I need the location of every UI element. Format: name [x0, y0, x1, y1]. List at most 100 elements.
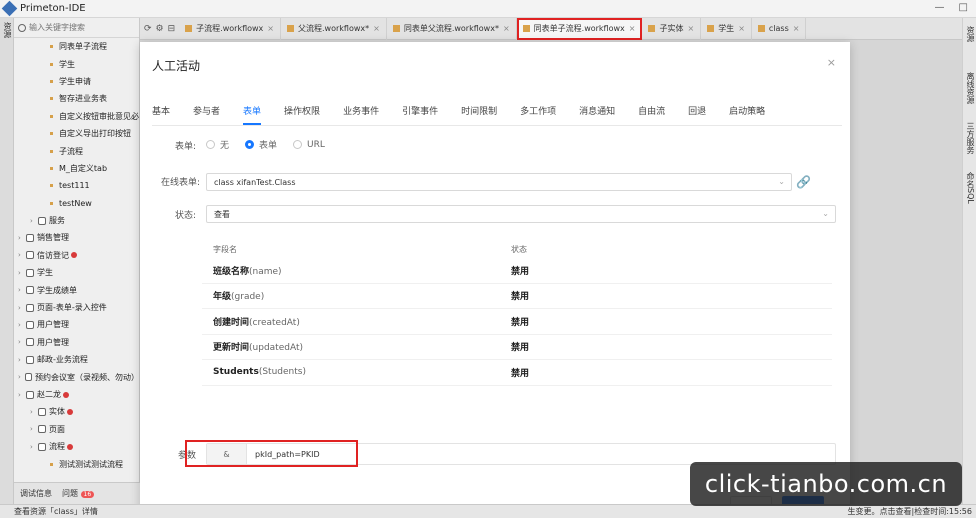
dialog-tab[interactable]: 引擎事件	[402, 104, 438, 125]
dialog-tab[interactable]: 表单	[243, 104, 262, 125]
chevron-right-icon[interactable]: ›	[18, 251, 26, 259]
refresh-icon[interactable]: ⟳	[144, 24, 152, 34]
form-type-radio[interactable]: URL	[293, 140, 325, 150]
tree-item[interactable]: testNew	[14, 195, 139, 212]
close-icon[interactable]: ×	[629, 24, 636, 33]
tree-item[interactable]: › 用户管理	[14, 334, 139, 351]
right-tab-offline-resources[interactable]: 离线资源	[965, 72, 976, 104]
tree-item[interactable]: 学生申请	[14, 73, 139, 90]
close-icon[interactable]: ×	[503, 24, 510, 33]
tree-item[interactable]: 测试测试测试流程	[14, 455, 139, 472]
chevron-right-icon[interactable]: ›	[18, 321, 26, 329]
chevron-right-icon[interactable]: ›	[18, 356, 26, 364]
tree-item[interactable]: 学生	[14, 55, 139, 72]
tree-item[interactable]: › 学生	[14, 264, 139, 281]
tree-item[interactable]: › 用户管理	[14, 316, 139, 333]
chevron-right-icon[interactable]: ›	[18, 338, 26, 346]
editor-tab[interactable]: class ×	[752, 17, 807, 40]
tree-item[interactable]: › 预约会议室（录视频、勿动）	[14, 368, 139, 385]
field-state-cell[interactable]: 禁用	[511, 366, 711, 379]
tab-problems[interactable]: 问题 16	[62, 488, 95, 499]
field-state-cell[interactable]: 禁用	[511, 315, 711, 328]
error-badge-icon	[63, 391, 69, 398]
tree-item[interactable]: 同表单子流程	[14, 38, 139, 55]
dialog-tab[interactable]: 时间限制	[461, 104, 497, 125]
editor-tab-label: 子流程.workflowx	[196, 24, 264, 33]
close-icon[interactable]: ×	[827, 56, 836, 69]
right-tab-third-party[interactable]: 三方服务	[965, 122, 976, 154]
chevron-right-icon[interactable]: ›	[30, 425, 38, 433]
online-form-select[interactable]: class xifanTest.Class ⌄	[206, 173, 792, 191]
maximize-icon[interactable]: □	[959, 2, 968, 13]
tree-item[interactable]: › 信访登记	[14, 247, 139, 264]
tree-item[interactable]: 子流程	[14, 142, 139, 159]
tree-item[interactable]: 自定义按钮审批意见必	[14, 108, 139, 125]
tree-search-input[interactable]	[29, 23, 119, 32]
form-type-radio[interactable]: 无	[206, 138, 229, 151]
radio-label: URL	[307, 139, 325, 150]
editor-tab[interactable]: 同表单子流程.workflowx ×	[516, 17, 643, 40]
dialog-tab[interactable]: 操作权限	[284, 104, 320, 125]
tree-item[interactable]: › 实体	[14, 403, 139, 420]
close-icon[interactable]: ×	[373, 24, 380, 33]
dialog-tab[interactable]: 启动策略	[729, 104, 765, 125]
tab-debug-info[interactable]: 调试信息	[20, 488, 52, 499]
editor-tab[interactable]: 子流程.workflowx ×	[179, 17, 281, 40]
dialog-tab[interactable]: 多工作项	[520, 104, 556, 125]
settings-icon[interactable]: ⚙	[156, 24, 164, 34]
tree-item[interactable]: › 销售管理	[14, 229, 139, 246]
tree-item[interactable]: › 学生成绩单	[14, 281, 139, 298]
field-state-cell[interactable]: 禁用	[511, 264, 711, 277]
problem-count-badge: 16	[80, 491, 95, 498]
collapse-icon[interactable]: ⊟	[168, 24, 176, 34]
tree-item[interactable]: › 邮政-业务流程	[14, 351, 139, 368]
close-icon[interactable]: ×	[738, 24, 745, 33]
tree-item[interactable]: › 流程	[14, 438, 139, 455]
right-tab-resources[interactable]: 资源	[965, 26, 976, 42]
chevron-right-icon[interactable]: ›	[18, 234, 26, 242]
tree-item[interactable]: M_自定义tab	[14, 160, 139, 177]
status-select[interactable]: 查看 ⌄	[206, 205, 836, 223]
field-state-cell[interactable]: 禁用	[511, 289, 711, 302]
field-code: (updatedAt)	[249, 343, 303, 354]
editor-tab[interactable]: 同表单父流程.workflowx* ×	[387, 17, 517, 40]
minimize-icon[interactable]: —	[935, 2, 945, 13]
editor-tab[interactable]: 学生 ×	[701, 17, 752, 40]
chevron-right-icon[interactable]: ›	[18, 269, 26, 277]
tree-item[interactable]: 自定义导出打印按钮	[14, 125, 139, 142]
dialog-tab[interactable]: 参与者	[193, 104, 220, 125]
chevron-right-icon[interactable]: ›	[18, 286, 26, 294]
dialog-tab[interactable]: 自由流	[638, 104, 665, 125]
editor-tab[interactable]: 子实体 ×	[642, 17, 702, 40]
tree-item-label: 服务	[49, 216, 65, 226]
dialog-tab[interactable]: 回退	[688, 104, 706, 125]
dialog-tab[interactable]: 业务事件	[343, 104, 379, 125]
dialog-tab[interactable]: 基本	[152, 104, 170, 125]
dialog-tab[interactable]: 消息通知	[579, 104, 615, 125]
field-code: (name)	[249, 266, 282, 277]
folder-icon	[26, 251, 34, 260]
tree-item-label: 智存进业务表	[59, 94, 107, 104]
editor-tab[interactable]: 父流程.workflowx* ×	[281, 17, 387, 40]
right-tab-named-sql[interactable]: 命名SQL	[965, 172, 976, 204]
tree-item[interactable]: › 赵二龙	[14, 386, 139, 403]
close-icon[interactable]: ×	[793, 24, 800, 33]
close-icon[interactable]: ×	[267, 24, 274, 33]
tree-item[interactable]: › 页面-表单-录入控件	[14, 299, 139, 316]
tree-item[interactable]: test111	[14, 177, 139, 194]
chevron-right-icon[interactable]: ›	[30, 408, 38, 416]
chevron-right-icon[interactable]: ›	[30, 217, 38, 225]
file-icon	[757, 25, 765, 32]
chevron-right-icon[interactable]: ›	[18, 304, 26, 312]
chevron-right-icon[interactable]: ›	[30, 443, 38, 451]
tree-item[interactable]: › 页面	[14, 421, 139, 438]
link-icon[interactable]: 🔗	[796, 175, 811, 189]
tree-item[interactable]: › 服务	[14, 212, 139, 229]
chevron-right-icon[interactable]: ›	[18, 373, 25, 381]
field-state-cell[interactable]: 禁用	[511, 340, 711, 353]
form-type-radio[interactable]: 表单	[245, 138, 277, 151]
chevron-right-icon[interactable]: ›	[18, 391, 26, 399]
tree-item[interactable]: 智存进业务表	[14, 90, 139, 107]
close-icon[interactable]: ×	[687, 24, 694, 33]
resource-tab[interactable]: 资源	[2, 22, 13, 38]
